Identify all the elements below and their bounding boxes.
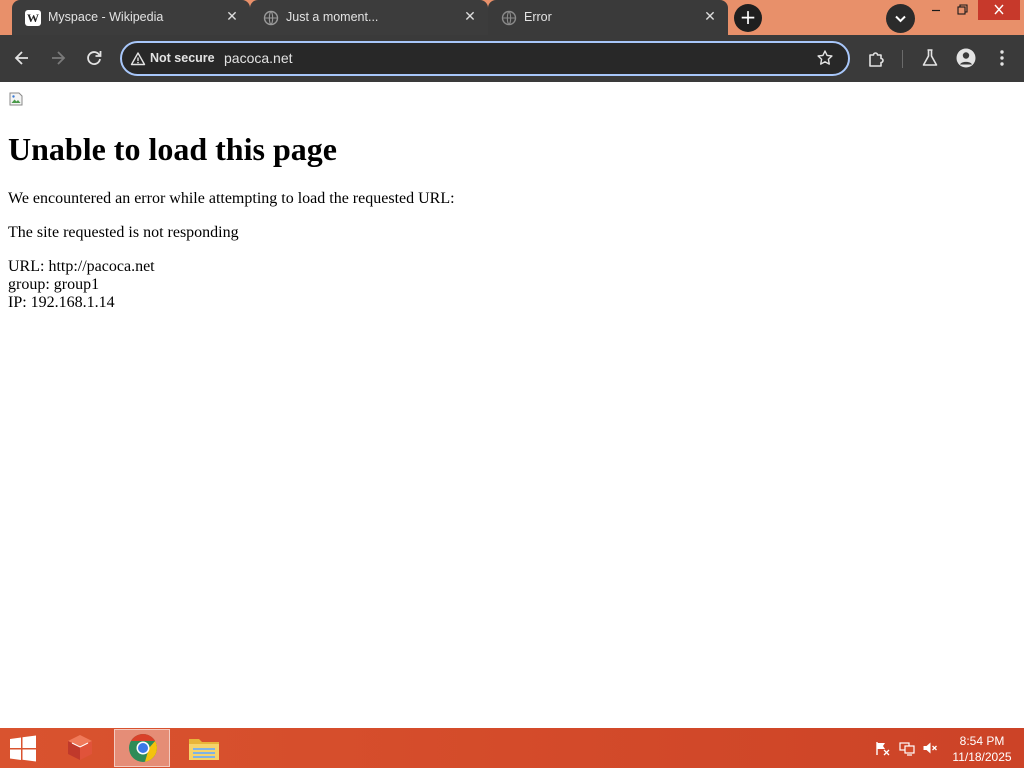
windows-start-icon[interactable] xyxy=(8,735,38,762)
warning-icon[interactable] xyxy=(130,51,146,67)
bookmark-star-icon[interactable] xyxy=(816,49,834,67)
new-tab-button[interactable]: + xyxy=(734,4,762,32)
tab-title: Myspace - Wikipedia xyxy=(48,10,164,24)
error-details: URL: http://pacoca.net group: group1 IP:… xyxy=(8,258,155,312)
window-close-button[interactable] xyxy=(978,0,1020,20)
restore-button[interactable] xyxy=(947,0,977,22)
taskbar: 8:54 PM 11/18/2025 xyxy=(0,728,1024,768)
restore-icon xyxy=(957,4,968,15)
labs-flask-icon[interactable] xyxy=(919,47,941,69)
back-icon[interactable] xyxy=(10,46,34,70)
tab-just-a-moment[interactable]: Just a moment... ✕ xyxy=(250,0,488,35)
tab-search-button[interactable] xyxy=(886,4,915,33)
profile-icon[interactable] xyxy=(955,47,977,69)
tab-error[interactable]: Error ✕ xyxy=(488,0,728,35)
tab-myspace-wikipedia[interactable]: W Myspace - Wikipedia ✕ xyxy=(12,0,250,35)
system-clock[interactable]: 8:54 PM 11/18/2025 xyxy=(946,733,1018,765)
close-icon xyxy=(994,4,1004,15)
url-text[interactable]: pacoca.net xyxy=(224,50,293,66)
tab-title: Error xyxy=(524,10,552,24)
error-intro: We encountered an error while attempting… xyxy=(8,190,455,207)
chevron-down-icon xyxy=(895,15,906,23)
menu-kebab-icon[interactable] xyxy=(991,47,1013,69)
chrome-icon xyxy=(129,734,157,762)
folder-icon xyxy=(189,739,219,760)
page-content: Unable to load this page We encountered … xyxy=(0,82,1024,728)
clock-date: 11/18/2025 xyxy=(952,750,1012,764)
reload-icon[interactable] xyxy=(82,46,106,70)
package-box-icon xyxy=(68,735,92,760)
extensions-icon[interactable] xyxy=(866,47,888,69)
network-icon[interactable] xyxy=(899,740,915,756)
globe-icon xyxy=(263,10,279,26)
page-title: Unable to load this page xyxy=(8,131,337,167)
volume-muted-icon[interactable] xyxy=(922,740,938,756)
close-tab-icon[interactable]: ✕ xyxy=(224,8,240,26)
group-line: group: group1 xyxy=(8,276,100,293)
close-tab-icon[interactable]: ✕ xyxy=(462,8,478,26)
address-bar[interactable]: Not secure pacoca.net xyxy=(120,41,850,76)
taskbar-app-file-explorer[interactable] xyxy=(176,729,232,767)
close-tab-icon[interactable]: ✕ xyxy=(702,8,718,26)
browser-toolbar: Not secure pacoca.net xyxy=(0,35,1024,82)
action-center-flag-icon[interactable] xyxy=(874,740,890,756)
ip-line: IP: 192.168.1.14 xyxy=(8,294,115,311)
toolbar-divider xyxy=(902,50,903,68)
forward-icon[interactable] xyxy=(46,46,70,70)
broken-image-icon xyxy=(9,92,23,106)
security-chip[interactable]: Not secure xyxy=(150,51,215,65)
taskbar-app-chrome[interactable] xyxy=(114,729,170,767)
globe-icon xyxy=(501,10,517,26)
error-reason: The site requested is not responding xyxy=(8,224,239,241)
tab-strip: W Myspace - Wikipedia ✕ Just a moment...… xyxy=(0,0,1024,35)
url-line: URL: http://pacoca.net xyxy=(8,258,155,275)
taskbar-app-box[interactable] xyxy=(52,729,108,767)
clock-time: 8:54 PM xyxy=(959,734,1005,748)
tab-title: Just a moment... xyxy=(286,10,379,24)
wikipedia-icon: W xyxy=(25,10,41,26)
